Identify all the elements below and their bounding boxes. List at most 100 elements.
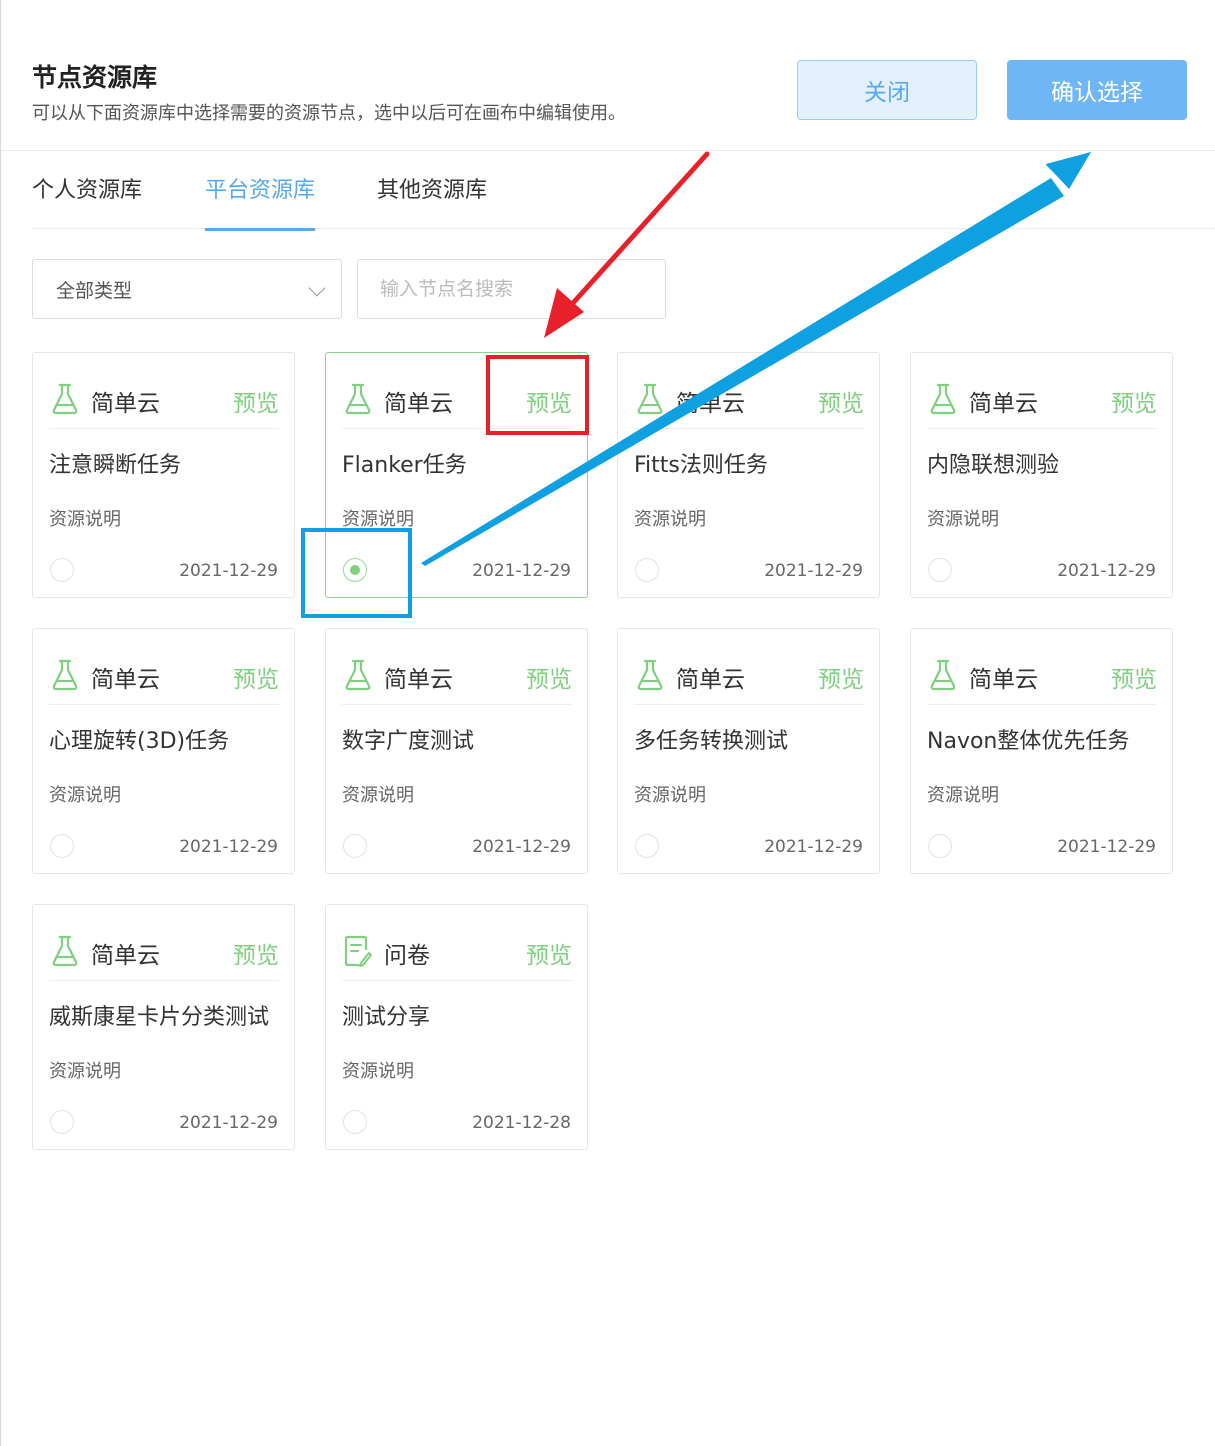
- type-filter-select[interactable]: 全部类型: [32, 259, 342, 319]
- card-title: Flanker任务: [342, 453, 467, 478]
- card-date: 2021-12-29: [472, 561, 571, 581]
- card-header: 简单云 预览: [342, 629, 572, 705]
- card-type-label: 简单云: [91, 667, 160, 693]
- card-description: 资源说明: [49, 785, 121, 806]
- select-radio[interactable]: [928, 834, 952, 858]
- select-radio[interactable]: [343, 1110, 367, 1134]
- library-tabs: 个人资源库 平台资源库 其他资源库: [32, 150, 1215, 231]
- preview-link[interactable]: 预览: [818, 660, 864, 694]
- card-type-label: 简单云: [384, 667, 453, 693]
- preview-link[interactable]: 预览: [526, 660, 572, 694]
- card-date: 2021-12-29: [764, 561, 863, 581]
- card-type-label: 简单云: [676, 667, 745, 693]
- card-date: 2021-12-28: [472, 1113, 571, 1133]
- card-description: 资源说明: [49, 509, 121, 530]
- card-title: 心理旋转(3D)任务: [49, 729, 230, 754]
- select-radio[interactable]: [928, 558, 952, 582]
- resource-card[interactable]: 简单云 预览威斯康星卡片分类测试资源说明 2021-12-29: [32, 904, 295, 1150]
- card-header: 简单云 预览: [927, 629, 1157, 705]
- dialog-subtitle: 可以从下面资源库中选择需要的资源节点，选中以后可在画布中编辑使用。: [32, 103, 626, 124]
- card-date: 2021-12-29: [179, 837, 278, 857]
- resource-card[interactable]: 简单云 预览 Navon整体优先任务资源说明 2021-12-29: [910, 628, 1173, 874]
- card-date: 2021-12-29: [179, 561, 278, 581]
- select-radio[interactable]: [343, 558, 367, 582]
- card-header: 简单云 预览: [49, 353, 279, 429]
- preview-link[interactable]: 预览: [233, 384, 279, 418]
- select-radio[interactable]: [50, 1110, 74, 1134]
- chevron-down-icon: [308, 279, 326, 297]
- card-header: 简单云 预览: [634, 629, 864, 705]
- preview-link[interactable]: 预览: [818, 384, 864, 418]
- card-type-label: 问卷: [384, 943, 430, 969]
- card-title: Navon整体优先任务: [927, 729, 1130, 754]
- flask-icon: [51, 659, 79, 691]
- card-description: 资源说明: [342, 509, 414, 530]
- card-date: 2021-12-29: [1057, 837, 1156, 857]
- tab-other-library[interactable]: 其他资源库: [377, 172, 487, 228]
- card-header: 简单云 预览: [342, 353, 572, 429]
- card-header: 简单云 预览: [49, 629, 279, 705]
- card-date: 2021-12-29: [1057, 561, 1156, 581]
- tab-platform-library[interactable]: 平台资源库: [205, 172, 316, 231]
- flask-icon: [51, 935, 79, 967]
- card-description: 资源说明: [342, 785, 414, 806]
- card-header: 简单云 预览: [927, 353, 1157, 429]
- select-radio[interactable]: [343, 834, 367, 858]
- resource-card[interactable]: 简单云 预览内隐联想测验资源说明 2021-12-29: [910, 352, 1173, 598]
- resource-card[interactable]: 简单云 预览 Fitts法则任务资源说明 2021-12-29: [617, 352, 880, 598]
- card-type-label: 简单云: [91, 943, 160, 969]
- card-header: 问卷 预览: [342, 905, 572, 981]
- card-description: 资源说明: [927, 785, 999, 806]
- tab-personal-library[interactable]: 个人资源库: [32, 172, 142, 228]
- card-title: 测试分享: [342, 1005, 431, 1030]
- type-filter-value: 全部类型: [56, 279, 133, 302]
- card-date: 2021-12-29: [764, 837, 863, 857]
- card-title: Fitts法则任务: [634, 453, 768, 478]
- resource-card[interactable]: 简单云 预览 数字广度测试 资源说明 2021-12-29: [325, 628, 588, 874]
- card-type-label: 简单云: [969, 667, 1038, 693]
- resource-card[interactable]: 简单云 预览注意瞬断任务资源说明 2021-12-29: [32, 352, 295, 598]
- card-title: 多任务转换测试: [634, 729, 789, 754]
- card-type-label: 简单云: [676, 391, 745, 417]
- card-title: 内隐联想测验: [927, 453, 1060, 478]
- card-title: 注意瞬断任务: [49, 453, 182, 478]
- card-description: 资源说明: [927, 509, 999, 530]
- resource-card[interactable]: 简单云 预览 Flanker任务资源说明 2021-12-29: [325, 352, 588, 598]
- card-date: 2021-12-29: [472, 837, 571, 857]
- card-header: 简单云 预览: [49, 905, 279, 981]
- dialog-title: 节点资源库: [32, 63, 158, 92]
- card-description: 资源说明: [634, 785, 706, 806]
- flask-icon: [929, 383, 957, 415]
- close-button[interactable]: 关闭: [797, 60, 977, 120]
- resource-card[interactable]: 简单云 预览心理旋转(3D)任务资源说明 2021-12-29: [32, 628, 295, 874]
- preview-link[interactable]: 预览: [526, 936, 572, 970]
- card-date: 2021-12-29: [179, 1113, 278, 1133]
- flask-icon: [51, 383, 79, 415]
- resource-card[interactable]: 问卷 预览测试分享资源说明 2021-12-28: [325, 904, 588, 1150]
- preview-link[interactable]: 预览: [1111, 384, 1157, 418]
- card-description: 资源说明: [342, 1061, 414, 1082]
- select-radio[interactable]: [50, 834, 74, 858]
- preview-link[interactable]: 预览: [526, 384, 572, 418]
- flask-icon: [344, 659, 372, 691]
- select-radio[interactable]: [635, 834, 659, 858]
- preview-link[interactable]: 预览: [233, 660, 279, 694]
- select-radio[interactable]: [50, 558, 74, 582]
- questionnaire-icon: [344, 935, 372, 967]
- flask-icon: [344, 383, 372, 415]
- confirm-select-button[interactable]: 确认选择: [1007, 60, 1187, 120]
- card-type-label: 简单云: [384, 391, 453, 417]
- preview-link[interactable]: 预览: [233, 936, 279, 970]
- resource-card[interactable]: 简单云 预览多任务转换测试资源说明 2021-12-29: [617, 628, 880, 874]
- card-description: 资源说明: [634, 509, 706, 530]
- flask-icon: [929, 659, 957, 691]
- preview-link[interactable]: 预览: [1111, 660, 1157, 694]
- card-type-label: 简单云: [969, 391, 1038, 417]
- select-radio[interactable]: [635, 558, 659, 582]
- node-search-input[interactable]: [357, 259, 666, 319]
- card-type-label: 简单云: [91, 391, 160, 417]
- flask-icon: [636, 659, 664, 691]
- resource-library-panel: 节点资源库 可以从下面资源库中选择需要的资源节点，选中以后可在画布中编辑使用。 …: [0, 0, 1215, 1446]
- card-description: 资源说明: [49, 1061, 121, 1082]
- card-title: 威斯康星卡片分类测试: [49, 1005, 270, 1030]
